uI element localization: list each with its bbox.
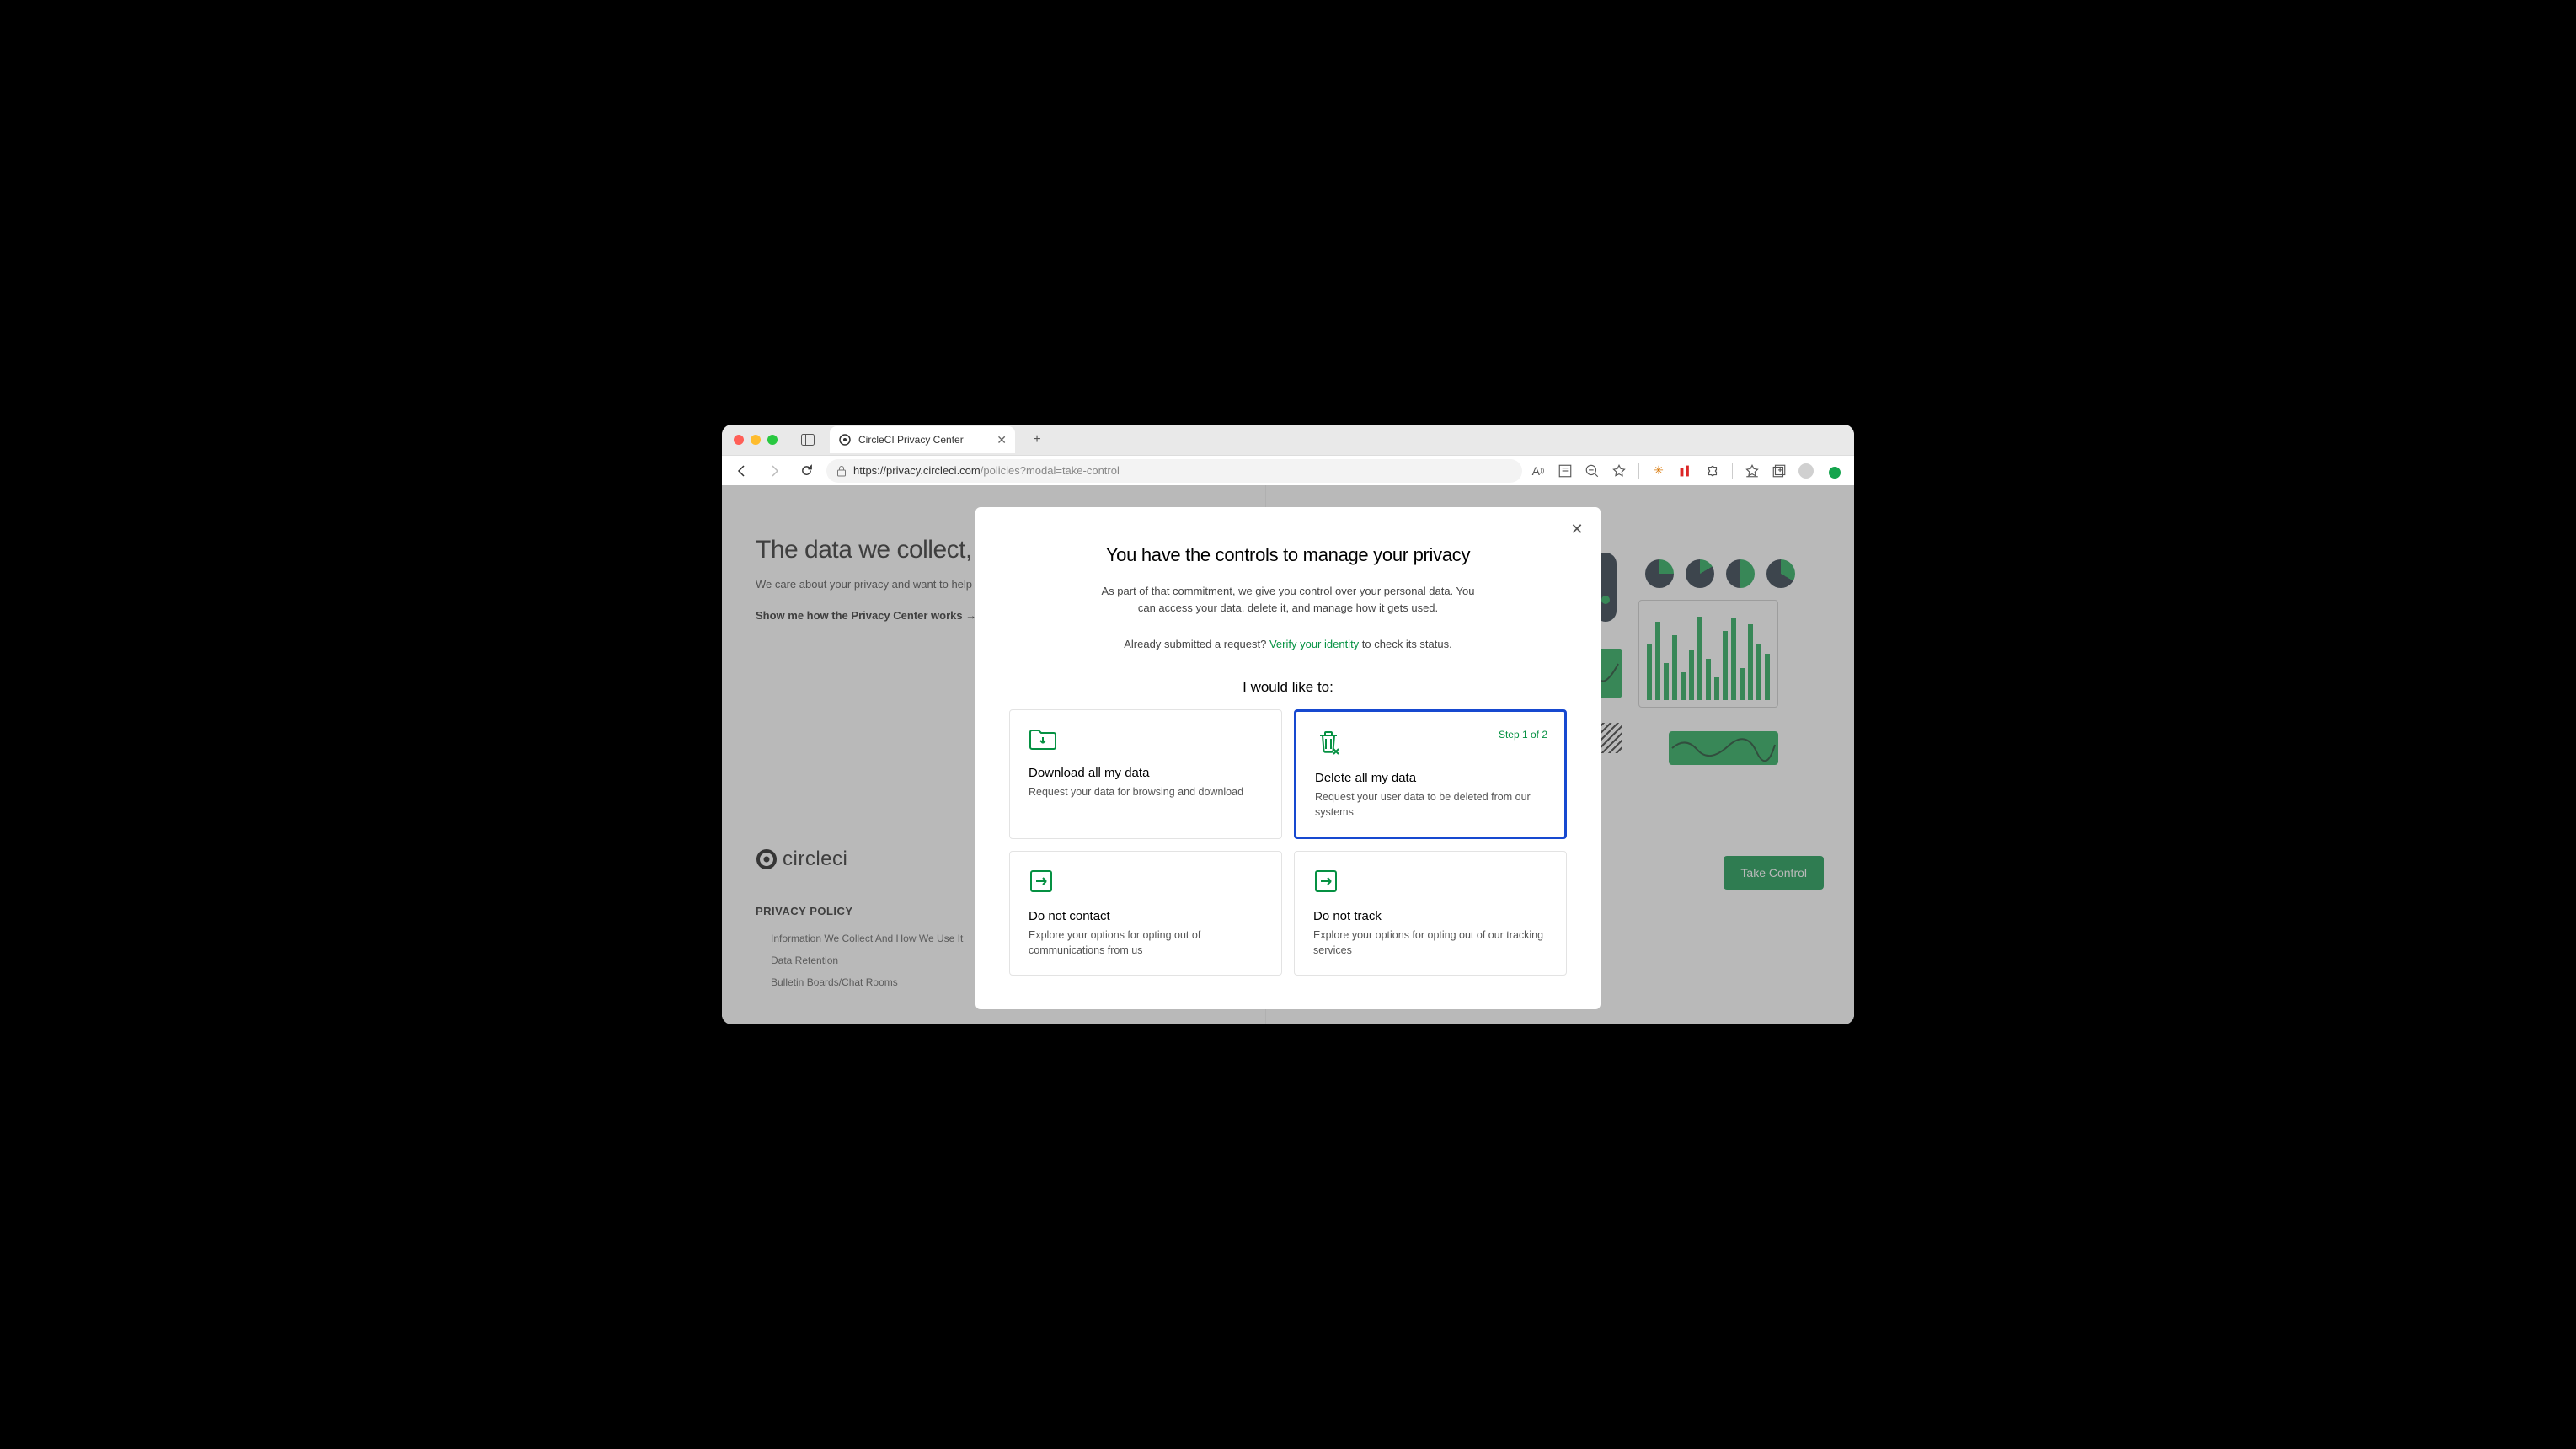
modal-subheading: I would like to: <box>1009 679 1567 696</box>
tab-strip: CircleCI Privacy Center ✕ + <box>722 425 1854 455</box>
page-viewport: The data we collect, how it's u We care … <box>722 485 1854 1024</box>
card-desc: Request your user data to be deleted fro… <box>1315 790 1546 820</box>
maximize-window-button[interactable] <box>767 435 778 445</box>
privacy-modal: ✕ You have the controls to manage your p… <box>975 507 1601 1009</box>
modal-close-icon[interactable]: ✕ <box>1567 519 1587 539</box>
browser-window: CircleCI Privacy Center ✕ + https://priv… <box>722 425 1854 1024</box>
browser-chrome: CircleCI Privacy Center ✕ + https://priv… <box>722 425 1854 485</box>
close-window-button[interactable] <box>734 435 744 445</box>
minimize-window-button[interactable] <box>751 435 761 445</box>
modal-description: As part of that commitment, we give you … <box>1094 583 1482 616</box>
browser-tab[interactable]: CircleCI Privacy Center ✕ <box>830 426 1015 453</box>
more-menu-icon[interactable]: ⋯ <box>1825 463 1841 479</box>
verify-prefix: Already submitted a request? <box>1124 638 1269 650</box>
back-button[interactable] <box>730 459 754 483</box>
new-tab-button[interactable]: + <box>1025 428 1049 452</box>
modal-title: You have the controls to manage your pri… <box>1009 544 1567 566</box>
url-text: https://privacy.circleci.com/policies?mo… <box>853 464 1120 477</box>
delete-data-card[interactable]: Step 1 of 2 Delete all my data Request y… <box>1294 709 1567 839</box>
extension-bars-icon[interactable] <box>1678 463 1693 479</box>
extensions-puzzle-icon[interactable] <box>1705 463 1720 479</box>
folder-download-icon <box>1029 727 1263 751</box>
do-not-contact-card[interactable]: Do not contact Explore your options for … <box>1009 851 1282 976</box>
favorites-icon[interactable] <box>1611 463 1627 479</box>
option-cards-grid: Download all my data Request your data f… <box>1009 709 1567 976</box>
window-controls <box>734 435 778 445</box>
reload-button[interactable] <box>794 459 818 483</box>
tab-close-icon[interactable]: ✕ <box>997 433 1007 447</box>
toolbar: https://privacy.circleci.com/policies?mo… <box>722 455 1854 485</box>
card-desc: Explore your options for opting out of o… <box>1313 928 1547 958</box>
verify-identity-link[interactable]: Verify your identity <box>1269 638 1359 650</box>
card-desc: Explore your options for opting out of c… <box>1029 928 1263 958</box>
card-title: Delete all my data <box>1315 771 1546 785</box>
read-aloud-icon[interactable]: A)) <box>1531 463 1546 479</box>
sidebar-toggle-icon[interactable] <box>798 430 818 450</box>
collections-icon[interactable] <box>1772 463 1787 479</box>
tab-favicon-icon <box>838 433 852 446</box>
extension-bug-icon[interactable]: ✳ <box>1651 463 1666 479</box>
arrow-out-icon <box>1029 869 1263 894</box>
card-title: Do not contact <box>1029 909 1263 923</box>
step-indicator: Step 1 of 2 <box>1499 729 1547 741</box>
modal-overlay[interactable]: ✕ You have the controls to manage your p… <box>722 485 1854 1024</box>
forward-button[interactable] <box>762 459 786 483</box>
card-desc: Request your data for browsing and downl… <box>1029 785 1263 800</box>
verify-suffix: to check its status. <box>1359 638 1452 650</box>
toolbar-extensions: A)) ✳ ⋯ <box>1531 463 1846 479</box>
profile-avatar[interactable] <box>1798 463 1814 479</box>
card-title: Do not track <box>1313 909 1547 923</box>
card-title: Download all my data <box>1029 766 1263 780</box>
tab-title: CircleCI Privacy Center <box>858 434 964 446</box>
modal-verify-row: Already submitted a request? Verify your… <box>1009 638 1567 650</box>
arrow-out-icon <box>1313 869 1547 894</box>
lock-icon <box>836 465 847 477</box>
do-not-track-card[interactable]: Do not track Explore your options for op… <box>1294 851 1567 976</box>
zoom-out-icon[interactable] <box>1585 463 1600 479</box>
reader-icon[interactable] <box>1558 463 1573 479</box>
favorites-star-icon[interactable] <box>1745 463 1760 479</box>
address-bar[interactable]: https://privacy.circleci.com/policies?mo… <box>826 459 1522 483</box>
download-data-card[interactable]: Download all my data Request your data f… <box>1009 709 1282 839</box>
